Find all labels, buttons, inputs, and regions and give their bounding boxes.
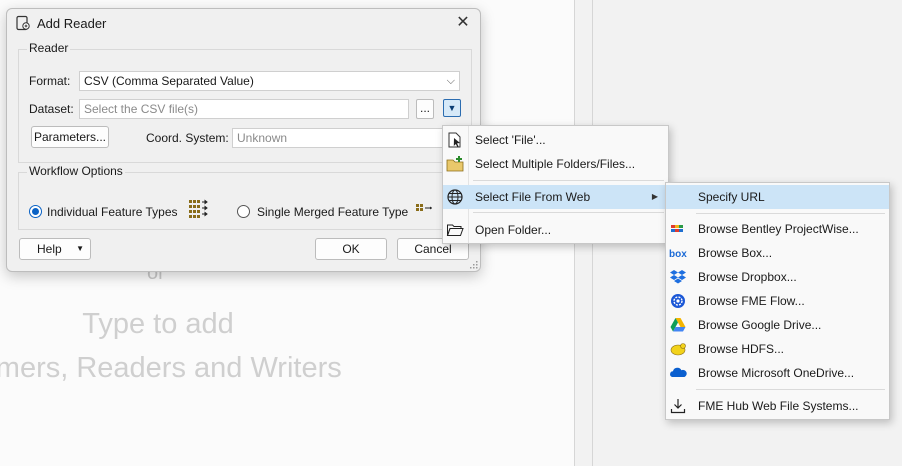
menu-item-open-folder[interactable]: Open Folder...	[443, 218, 668, 242]
reader-group: Reader Format: CSV (Comma Separated Valu…	[18, 41, 472, 163]
dataset-label: Dataset:	[29, 102, 74, 116]
dataset-dropdown-button[interactable]: ▼	[443, 99, 461, 117]
format-label: Format:	[29, 74, 71, 88]
folder-open-icon	[446, 224, 464, 236]
format-value: CSV (Comma Separated Value)	[84, 74, 254, 88]
workflow-options-group: Workflow Options Individual Feature Type…	[18, 164, 472, 230]
dataset-input[interactable]: Select the CSV file(s)	[79, 99, 409, 119]
fme-flow-icon	[671, 294, 685, 308]
individual-feature-types-label[interactable]: Individual Feature Types	[47, 205, 178, 219]
ok-button[interactable]: OK	[315, 238, 387, 260]
menu-item-box[interactable]: box Browse Box...	[666, 241, 889, 265]
menu-item-onedrive[interactable]: Browse Microsoft OneDrive...	[666, 361, 889, 385]
parameters-button[interactable]: Parameters...	[31, 126, 109, 148]
menu-separator	[696, 213, 885, 214]
submenu-arrow-icon: ▶	[651, 192, 658, 201]
workflow-group-label: Workflow Options	[27, 164, 125, 178]
box-icon: box	[669, 249, 687, 260]
add-reader-dialog: Add Reader ✕ Reader Format: CSV (Comma S…	[6, 8, 481, 272]
menu-item-fme-hub[interactable]: FME Hub Web File Systems...	[666, 394, 889, 418]
close-icon[interactable]: ✕	[454, 14, 472, 32]
reader-group-label: Reader	[27, 41, 71, 55]
dataset-context-menu: Select 'File'... Select Multiple Folders…	[442, 125, 669, 244]
svg-text:box: box	[669, 249, 687, 260]
menu-item-google-drive[interactable]: Browse Google Drive...	[666, 313, 889, 337]
single-merged-feature-type-icon	[416, 204, 432, 211]
browse-button[interactable]: ...	[416, 99, 434, 119]
onedrive-icon	[670, 367, 687, 377]
help-button-label: Help	[37, 242, 62, 256]
menu-item-select-file-from-web[interactable]: Select File From Web ▶	[443, 185, 668, 209]
menu-item-specify-url[interactable]: Specify URL	[666, 185, 889, 209]
menu-separator	[473, 180, 664, 181]
canvas-hint-line1: Type to add	[82, 308, 234, 340]
menu-item-dropbox[interactable]: Browse Dropbox...	[666, 265, 889, 289]
hdfs-icon	[670, 343, 686, 356]
file-cursor-icon	[448, 132, 461, 148]
single-merged-feature-type-label[interactable]: Single Merged Feature Type	[257, 205, 408, 219]
google-drive-icon	[670, 318, 686, 332]
single-merged-feature-type-radio[interactable]	[237, 205, 250, 218]
folder-add-icon	[446, 156, 464, 172]
add-reader-icon	[16, 15, 30, 31]
dropbox-icon	[670, 270, 686, 284]
menu-separator	[473, 212, 664, 213]
menu-item-fme-flow[interactable]: Browse FME Flow...	[666, 289, 889, 313]
format-combo[interactable]: CSV (Comma Separated Value) ⌵	[79, 71, 460, 91]
resize-grip-icon[interactable]	[470, 261, 478, 269]
menu-item-select-multiple[interactable]: Select Multiple Folders/Files...	[443, 152, 668, 176]
file-from-web-submenu: Specify URL Browse Bentley ProjectWise..…	[665, 182, 890, 420]
dialog-titlebar[interactable]: Add Reader ✕	[7, 9, 480, 37]
menu-separator	[696, 389, 885, 390]
help-button[interactable]: Help ▼	[19, 238, 91, 260]
menu-item-bentley[interactable]: Browse Bentley ProjectWise...	[666, 217, 889, 241]
download-icon	[670, 399, 686, 414]
coord-system-label: Coord. System:	[146, 131, 229, 145]
canvas-hint-line2: ormers, Readers and Writers	[0, 352, 342, 384]
bentley-icon	[671, 225, 683, 232]
coord-system-input[interactable]: Unknown	[232, 128, 460, 148]
globe-icon	[447, 189, 463, 205]
dialog-title: Add Reader	[37, 16, 107, 31]
individual-feature-types-icon	[189, 199, 208, 218]
chevron-down-icon: ⌵	[446, 75, 455, 87]
menu-item-select-file[interactable]: Select 'File'...	[443, 128, 668, 152]
chevron-down-icon: ▼	[76, 244, 84, 253]
individual-feature-types-radio[interactable]	[29, 205, 42, 218]
menu-item-hdfs[interactable]: Browse HDFS...	[666, 337, 889, 361]
